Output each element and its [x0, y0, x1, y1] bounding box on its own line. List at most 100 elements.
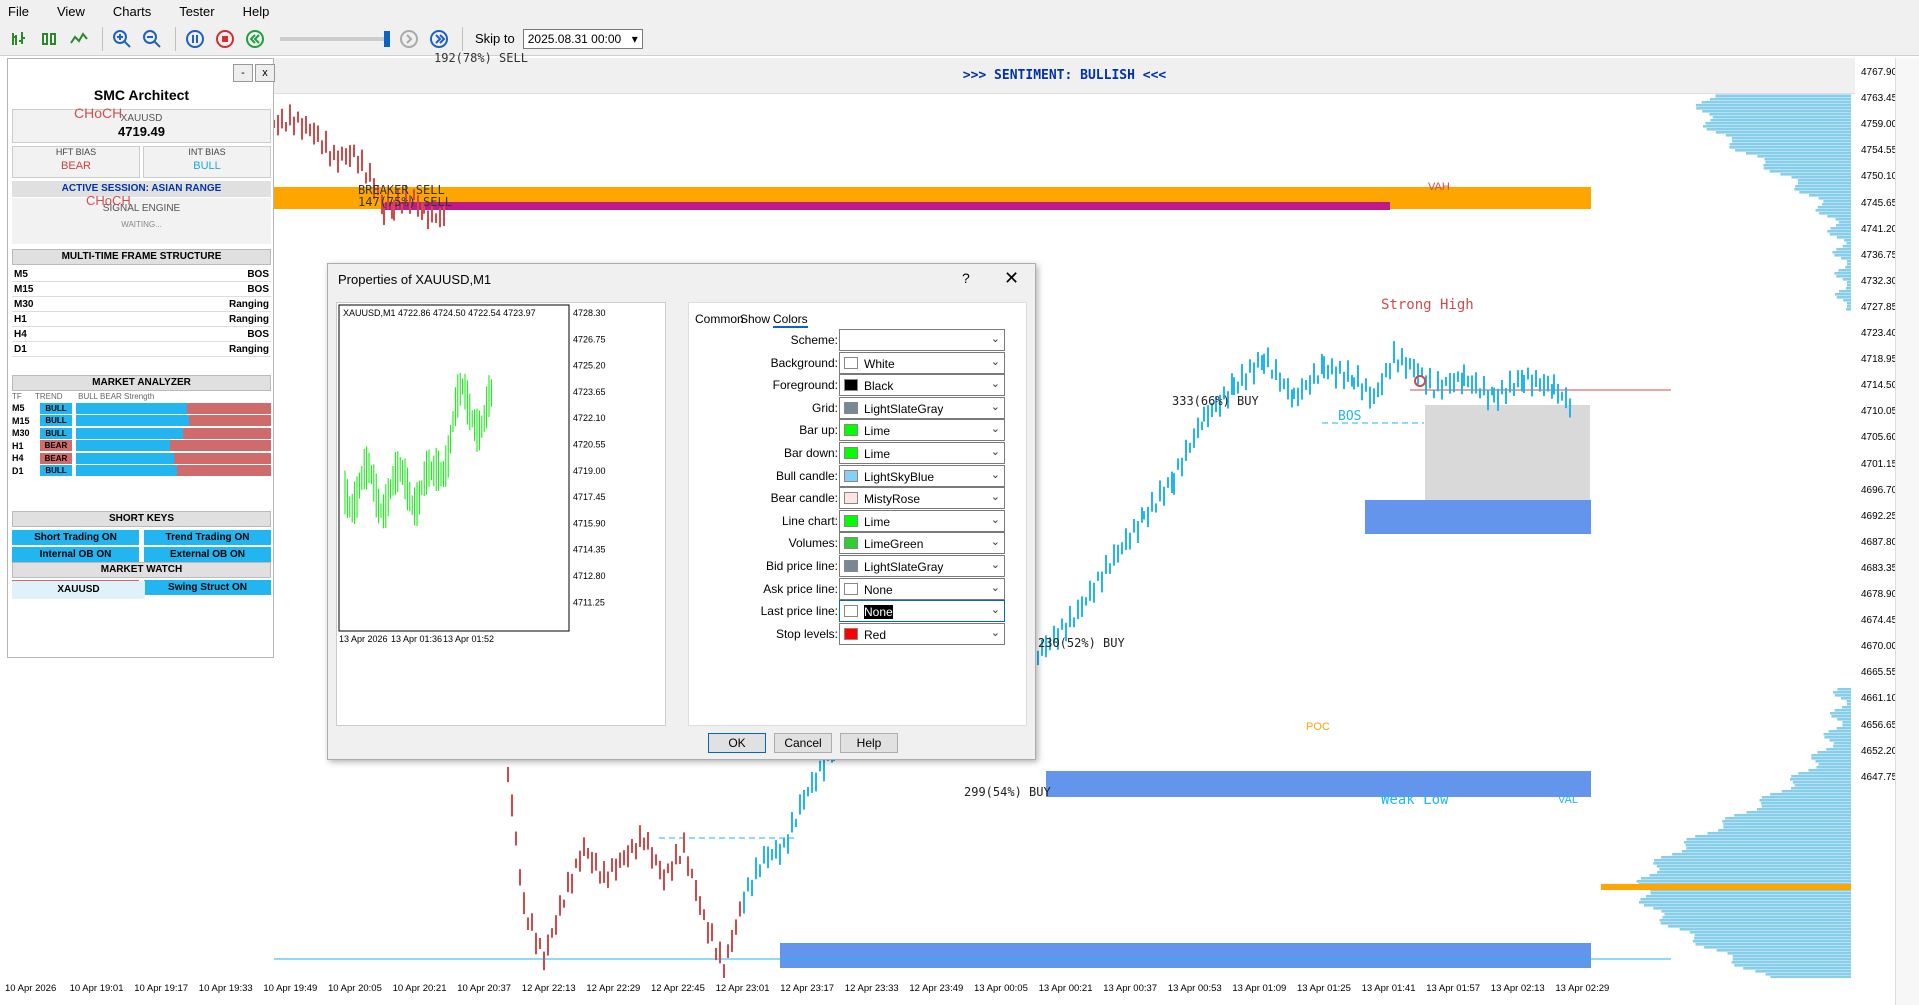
- color-name: None: [864, 605, 893, 619]
- zoom-out-icon[interactable]: [139, 26, 165, 52]
- fast-forward-icon[interactable]: [426, 26, 452, 52]
- chevron-down-icon[interactable]: ⌄: [991, 377, 1000, 390]
- tab-colors[interactable]: Colors: [773, 312, 808, 328]
- panel-minimize-button[interactable]: -: [233, 64, 253, 82]
- color-swatch: [844, 470, 858, 482]
- chevron-down-icon[interactable]: ⌄: [991, 558, 1000, 571]
- volume-profile-bar: [1819, 763, 1851, 766]
- color-select[interactable]: ⌄: [839, 329, 1005, 351]
- volume-profile-bar: [1662, 916, 1851, 919]
- volume-profile-bar: [1790, 778, 1851, 781]
- chevron-down-icon[interactable]: ⌄: [991, 332, 1000, 345]
- menu-charts[interactable]: Charts: [113, 4, 151, 19]
- zoom-in-icon[interactable]: [109, 26, 135, 52]
- volume-profile-bar: [1847, 284, 1851, 287]
- candle-chart-icon[interactable]: [36, 26, 62, 52]
- color-swatch: [844, 628, 858, 640]
- dialog-close-icon[interactable]: ✕: [1004, 268, 1019, 289]
- chevron-down-icon[interactable]: ⌄: [991, 422, 1000, 435]
- ok-button[interactable]: OK: [708, 733, 766, 753]
- skip-to-control[interactable]: Skip to 2025.08.31 00:00 ▾: [475, 29, 643, 49]
- chevron-down-icon[interactable]: ⌄: [991, 603, 1000, 616]
- color-select[interactable]: LimeGreen ⌄: [839, 532, 1005, 554]
- mtf-row: M30 Ranging: [12, 297, 271, 312]
- speed-slider[interactable]: [280, 37, 390, 41]
- color-select[interactable]: Lime ⌄: [839, 419, 1005, 441]
- volume-profile-bar: [1718, 829, 1851, 832]
- market-analyzer-columns: TF TREND BULL BEAR Strength: [12, 392, 154, 401]
- color-select[interactable]: MistyRose ⌄: [839, 487, 1005, 509]
- volume-profile-bar: [1798, 179, 1851, 182]
- market-watch-item[interactable]: XAUUSD: [12, 581, 145, 599]
- chevron-down-icon[interactable]: ⌄: [991, 468, 1000, 481]
- tab-common[interactable]: Common: [695, 312, 744, 326]
- color-select[interactable]: White ⌄: [839, 352, 1005, 374]
- volume-profile-bar: [1793, 781, 1851, 784]
- chevron-down-icon[interactable]: ⌄: [991, 400, 1000, 413]
- mtf-row: M5 BOS: [12, 267, 271, 282]
- chevron-down-icon[interactable]: ⌄: [991, 355, 1000, 368]
- volume-profile-bar: [1653, 862, 1851, 865]
- rewind-icon[interactable]: [242, 26, 268, 52]
- color-setting-label: Volumes:: [789, 536, 838, 550]
- bar-chart-icon[interactable]: [6, 26, 32, 52]
- volume-profile-bar: [1795, 784, 1851, 787]
- step-icon[interactable]: [396, 26, 422, 52]
- volume-profile-bar: [1842, 721, 1851, 724]
- color-select[interactable]: Lime ⌄: [839, 442, 1005, 464]
- volume-profile-bar: [1843, 278, 1851, 281]
- color-select[interactable]: LightSlateGray ⌄: [839, 397, 1005, 419]
- panel-close-button[interactable]: x: [255, 64, 275, 82]
- price-tick-label: 4754.55: [1861, 145, 1897, 156]
- stop-icon[interactable]: [212, 26, 238, 52]
- short-key-button[interactable]: Swing Struct ON: [144, 580, 271, 595]
- short-key-button[interactable]: External OB ON: [144, 547, 271, 562]
- volume-profile-bar: [1836, 275, 1851, 278]
- menu-view[interactable]: View: [57, 4, 85, 19]
- color-select[interactable]: None ⌄: [839, 600, 1005, 622]
- line-chart-icon[interactable]: [66, 26, 92, 52]
- color-select[interactable]: None ⌄: [839, 578, 1005, 600]
- volume-profile-bar: [1694, 937, 1851, 940]
- volume-profile-bar: [1707, 832, 1851, 835]
- short-key-button[interactable]: Trend Trading ON: [144, 530, 271, 545]
- tab-show[interactable]: Show: [740, 312, 770, 326]
- color-select[interactable]: Black ⌄: [839, 374, 1005, 396]
- volume-profile-bar: [1723, 826, 1851, 829]
- price-tick-label: 4661.10: [1861, 693, 1897, 704]
- toolbar-separator: [175, 27, 176, 51]
- price-tick-label: 4732.30: [1861, 276, 1897, 287]
- color-setting-label: Scheme:: [791, 333, 838, 347]
- menu-help[interactable]: Help: [243, 4, 270, 19]
- chevron-down-icon[interactable]: ⌄: [991, 513, 1000, 526]
- volume-profile-bar: [1680, 928, 1851, 931]
- menu-file[interactable]: File: [8, 4, 29, 19]
- menu-tester[interactable]: Tester: [179, 4, 214, 19]
- skip-to-date-field[interactable]: 2025.08.31 00:00 ▾: [523, 29, 643, 49]
- volume-profile-bar: [1839, 290, 1851, 293]
- color-select[interactable]: LightSlateGray ⌄: [839, 555, 1005, 577]
- volume-profile-bar: [1653, 907, 1851, 910]
- short-key-button[interactable]: Internal OB ON: [12, 547, 139, 562]
- cancel-button[interactable]: Cancel: [774, 733, 832, 753]
- volume-profile-bar: [1762, 796, 1851, 799]
- calendar-icon[interactable]: ▾: [632, 32, 638, 46]
- ma-trend: BEAR: [40, 440, 72, 451]
- chevron-down-icon[interactable]: ⌄: [991, 535, 1000, 548]
- color-select[interactable]: Red ⌄: [839, 623, 1005, 645]
- mtf-header: MULTI-TIME FRAME STRUCTURE: [12, 249, 271, 265]
- slider-thumb[interactable]: [384, 31, 390, 47]
- ma-strength-bar: [76, 403, 271, 414]
- help-button[interactable]: Help: [840, 733, 898, 753]
- dialog-help-icon[interactable]: ?: [962, 270, 970, 286]
- chevron-down-icon[interactable]: ⌄: [991, 445, 1000, 458]
- chevron-down-icon[interactable]: ⌄: [991, 626, 1000, 639]
- right-scrollbar[interactable]: [1895, 58, 1919, 1005]
- short-key-button[interactable]: Short Trading ON: [12, 530, 139, 545]
- chevron-down-icon[interactable]: ⌄: [991, 490, 1000, 503]
- color-select[interactable]: Lime ⌄: [839, 510, 1005, 532]
- color-swatch: [844, 515, 858, 527]
- pause-icon[interactable]: [182, 26, 208, 52]
- color-select[interactable]: LightSkyBlue ⌄: [839, 465, 1005, 487]
- chevron-down-icon[interactable]: ⌄: [991, 581, 1000, 594]
